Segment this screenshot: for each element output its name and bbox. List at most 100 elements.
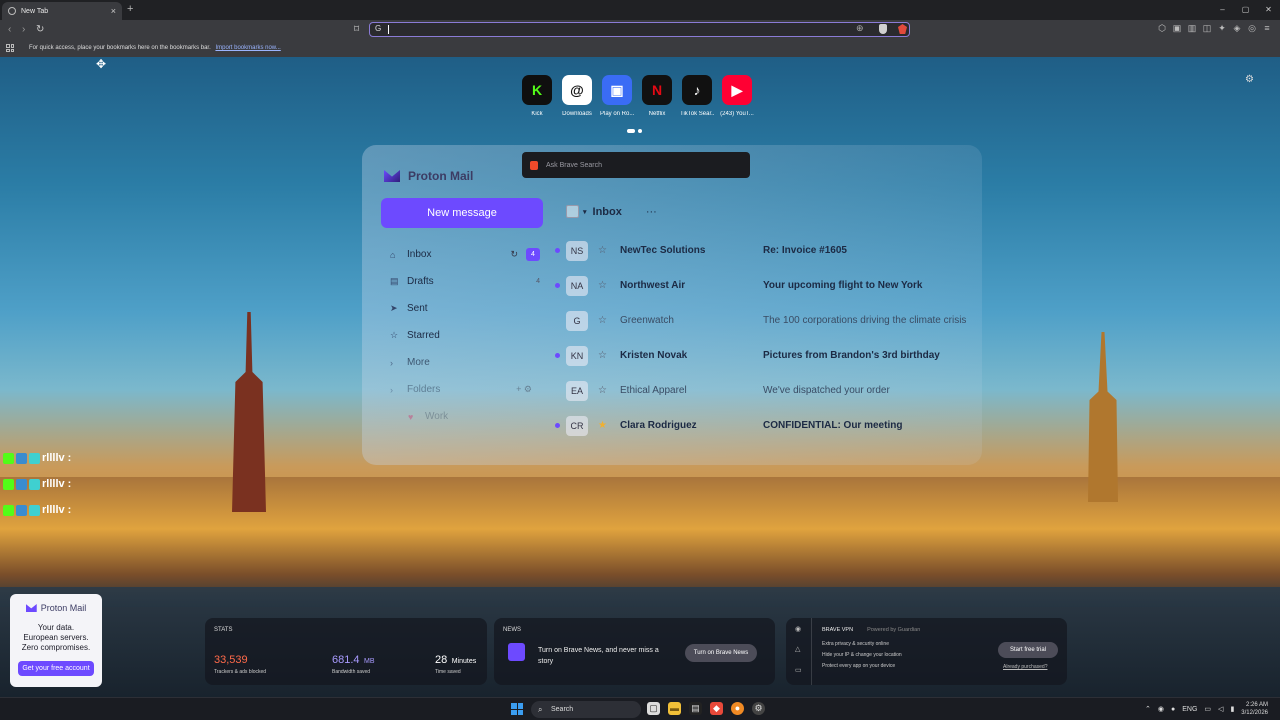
display-icon[interactable]: ▭ <box>1204 705 1211 713</box>
wallet-ext-icon[interactable]: ◎ <box>1247 23 1257 33</box>
new-tab-button[interactable]: + <box>127 3 133 15</box>
turn-on-brave-news-button[interactable]: Turn on Brave News <box>685 644 757 662</box>
brave-rewards-icon[interactable] <box>898 24 907 34</box>
language-indicator[interactable]: ENG <box>1182 706 1197 713</box>
clock[interactable]: 2:26 AM 3/12/2026 <box>1241 701 1268 717</box>
windows-start-icon[interactable] <box>511 703 523 715</box>
task-view-icon[interactable]: ▢ <box>647 702 660 715</box>
forward-arrow-icon[interactable]: › <box>22 24 25 35</box>
vpn-widget: ◉ △ ▭ BRAVE VPN Powered by Guardian Extra… <box>786 618 1067 685</box>
message-subject: CONFIDENTIAL: Our meeting <box>763 420 903 431</box>
brave-shields-icon[interactable] <box>879 24 887 34</box>
extensions-icon[interactable]: ⬡ <box>1157 23 1167 33</box>
bandwidth-caption: Bandwidth saved <box>332 669 371 675</box>
bookmark-icon[interactable]: ⌑ <box>354 24 359 35</box>
card-icon[interactable]: ▭ <box>795 666 802 674</box>
avatar: NS <box>566 240 588 261</box>
message-subject: Re: Invoice #1605 <box>763 245 847 256</box>
window-icon[interactable]: ◫ <box>1202 23 1212 33</box>
address-bar[interactable]: G ⊕ <box>369 22 910 37</box>
avatar: KN <box>566 345 588 366</box>
tile-label: Netflix <box>648 111 666 117</box>
vpn-shield-icon[interactable]: ◉ <box>795 625 801 633</box>
back-arrow-icon[interactable]: ‹ <box>8 24 11 35</box>
search-placeholder: Ask Brave Search <box>546 161 603 169</box>
folder-icon: ♥ <box>408 411 414 422</box>
time-stat: 28 Minutes Time saved <box>435 650 476 675</box>
trackers-stat: 33,539 Trackers & ads blocked <box>214 650 266 675</box>
top-site-kick[interactable]: K Kick <box>520 75 554 117</box>
close-window-button[interactable]: ✕ <box>1257 0 1280 20</box>
time-caption: Time saved <box>435 669 461 675</box>
clock-date: 3/12/2026 <box>1241 710 1268 716</box>
unread-badge: 4 <box>526 248 540 261</box>
bandwidth-stat: 681.4 MB Bandwidth saved <box>332 650 374 675</box>
get-free-account-button[interactable]: Get your free account <box>18 661 94 676</box>
sidebar-icon[interactable]: ▥ <box>1187 23 1197 33</box>
badge-icon <box>16 452 27 464</box>
top-site-roblox[interactable]: ▣ Play on Ro... <box>600 75 634 117</box>
bandwidth-value: 681.4 <box>332 654 360 666</box>
chat-overlay: rllllv : rllllv : rllllv : <box>3 445 71 523</box>
microphone-icon[interactable]: ● <box>1171 706 1175 713</box>
avatar: CR <box>566 415 588 436</box>
top-site-netflix[interactable]: N Netflix <box>640 75 674 117</box>
warning-icon[interactable]: △ <box>795 645 800 653</box>
top-sites-pager[interactable] <box>627 129 642 133</box>
unread-dot <box>555 423 560 428</box>
tab-new-tab[interactable]: New Tab × <box>2 2 122 20</box>
leo-ai-icon[interactable]: ✦ <box>1217 23 1227 33</box>
apps-grid-icon[interactable] <box>6 44 14 52</box>
import-bookmarks-link[interactable]: Import bookmarks now... <box>215 45 280 51</box>
minimize-button[interactable]: – <box>1211 0 1234 20</box>
message-subject: The 100 corporations driving the climate… <box>763 315 967 326</box>
list-item: KN ☆ Kristen Novak Pictures from Brandon's … <box>555 338 985 373</box>
taskbar-search[interactable]: ⌕ Search <box>531 701 641 718</box>
media-app-icon[interactable]: ▤ <box>689 702 702 715</box>
gear-icon[interactable]: ⚙ <box>1245 74 1254 85</box>
volume-icon[interactable]: ◁ <box>1218 705 1223 713</box>
send-icon: ➤ <box>390 303 398 313</box>
toolbar-icons: ⬡ ▣ ▥ ◫ ✦ ◈ ◎ ≡ <box>1157 23 1272 33</box>
settings-app-icon[interactable]: ⚙ <box>752 702 765 715</box>
battery-icon[interactable]: ▮ <box>1230 705 1234 713</box>
zoom-icon[interactable]: ⊕ <box>856 23 864 34</box>
top-site-tiktok[interactable]: ♪ TikTok Sear... <box>680 75 714 117</box>
vpn-icon[interactable]: ◈ <box>1232 23 1242 33</box>
menu-icon[interactable]: ≡ <box>1262 23 1272 33</box>
already-purchased-link[interactable]: Already purchased? <box>1003 664 1047 670</box>
top-site-downloads[interactable]: @ Downloads <box>560 75 594 117</box>
badge-icon <box>29 478 40 490</box>
widget-switcher: ◉ △ ▭ <box>786 618 812 685</box>
start-free-trial-button[interactable]: Start free trial <box>998 642 1058 658</box>
message-sender: Greenwatch <box>620 315 674 326</box>
proton-mail-logo: Proton Mail <box>384 169 473 183</box>
stats-label: STATS <box>214 627 233 633</box>
chevron-up-icon[interactable]: ⌃ <box>1145 705 1151 713</box>
tab-close-icon[interactable]: × <box>111 6 116 16</box>
brave-search-box[interactable]: Ask Brave Search <box>522 152 750 178</box>
unread-dot <box>555 283 560 288</box>
message-list: NS ☆ NewTec Solutions Re: Invoice #1605 NA ☆… <box>555 233 985 443</box>
select-all-checkbox <box>566 205 579 218</box>
more-options-icon: ··· <box>645 205 657 218</box>
list-item: CR ★ Clara Rodriguez CONFIDENTIAL: Our meet… <box>555 408 985 443</box>
reload-icon[interactable]: ↻ <box>36 24 44 35</box>
clock-time: 2:26 AM <box>1245 702 1268 708</box>
wallet-icon[interactable]: ▣ <box>1172 23 1182 33</box>
network-icon[interactable]: ◉ <box>1158 705 1164 713</box>
vpn-header: BRAVE VPN Powered by Guardian <box>822 627 920 633</box>
system-tray: ⌃ ◉ ● ENG ▭ ◁ ▮ 2:26 AM 3/12/2026 <box>1145 701 1268 717</box>
message-subject: Your upcoming flight to New York <box>763 280 923 291</box>
brave-browser-icon[interactable]: ◆ <box>710 702 723 715</box>
maximize-button[interactable]: ▢ <box>1234 0 1257 20</box>
tile-glyph: ▶ <box>731 81 743 98</box>
app-icon[interactable]: ● <box>731 702 744 715</box>
proton-ad[interactable]: Proton Mail Your data. European servers.… <box>10 594 102 687</box>
kick-icon: K <box>522 75 552 105</box>
news-text: Turn on Brave News, and never miss a sto… <box>538 647 659 665</box>
file-explorer-icon[interactable]: ▬ <box>668 702 681 715</box>
top-site-youtube[interactable]: ▶ (243) YouT... <box>720 75 754 117</box>
folder-inbox: ⌂ Inbox ↻ 4 <box>390 241 540 268</box>
vpn-feature: Protect every app on your device <box>822 663 896 669</box>
